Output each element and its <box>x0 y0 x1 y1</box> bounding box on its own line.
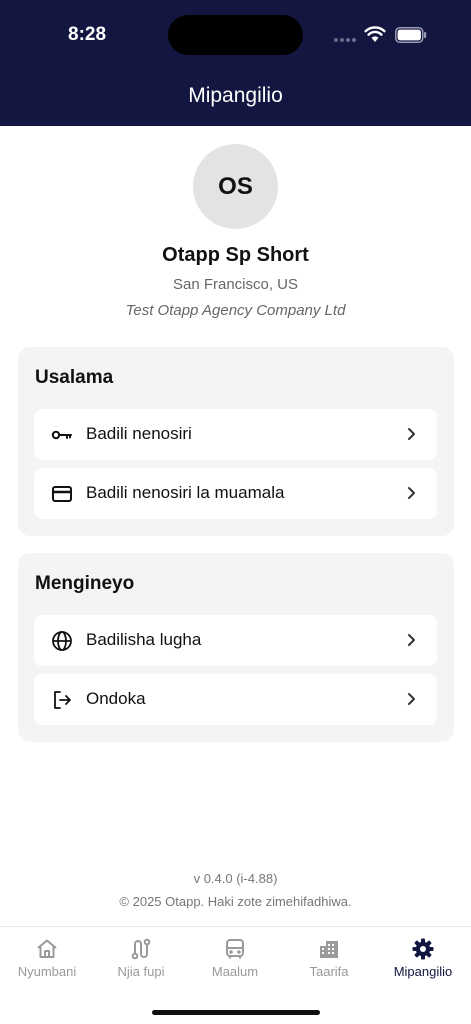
other-section: Mengineyo Badilisha lugha Ondoka <box>18 553 454 742</box>
tab-label: Nyumbani <box>17 964 77 979</box>
cellular-signal-icon <box>334 38 358 42</box>
chevron-right-icon <box>408 428 415 440</box>
avatar: OS <box>193 144 278 229</box>
status-bar: 8:28 <box>0 0 471 70</box>
section-title: Usalama <box>35 367 114 388</box>
chevron-right-icon <box>408 634 415 646</box>
tab-label: Njia fupi <box>117 964 165 979</box>
tab-label: Maalum <box>211 964 259 979</box>
security-section: Usalama Badili nenosiri Badili nenosiri … <box>18 347 454 536</box>
wifi-icon <box>364 26 386 42</box>
credit-card-icon <box>52 486 72 502</box>
change-transaction-pin-item[interactable]: Badili nenosiri la muamala <box>34 468 437 519</box>
home-indicator <box>152 1010 320 1015</box>
gear-icon <box>412 938 434 960</box>
dynamic-island <box>168 15 303 55</box>
logout-icon <box>54 691 71 709</box>
tab-settings[interactable]: Mipangilio <box>376 927 470 987</box>
chevron-right-icon <box>408 693 415 705</box>
page-title: Mipangilio <box>188 84 283 107</box>
bus-icon <box>226 939 244 959</box>
chevron-right-icon <box>408 487 415 499</box>
tab-special[interactable]: Maalum <box>188 927 282 987</box>
tab-label: Taarifa <box>309 964 349 979</box>
app-header: 8:28 Mipangilio <box>0 0 471 126</box>
tab-shortcuts[interactable]: Njia fupi <box>94 927 188 987</box>
profile-location: San Francisco, US <box>172 276 299 293</box>
row-label: Badili nenosiri la muamala <box>86 483 285 502</box>
copyright-text: © 2025 Otapp. Haki zote zimehifadhiwa. <box>119 894 352 909</box>
logout-item[interactable]: Ondoka <box>34 674 437 725</box>
status-time: 8:28 <box>68 24 107 45</box>
home-icon <box>37 939 57 958</box>
key-icon <box>51 430 72 440</box>
tab-label: Mipangilio <box>393 964 453 979</box>
row-label: Badili nenosiri <box>86 424 192 443</box>
profile-company: Test Otapp Agency Company Ltd <box>125 302 346 319</box>
app-version: v 0.4.0 (i-4.88) <box>193 871 278 886</box>
change-language-item[interactable]: Badilisha lugha <box>34 615 437 666</box>
battery-icon <box>395 27 427 43</box>
row-label: Ondoka <box>86 689 146 708</box>
section-title: Mengineyo <box>35 573 135 594</box>
tab-reports[interactable]: Taarifa <box>282 927 376 987</box>
globe-icon <box>52 631 72 651</box>
change-password-item[interactable]: Badili nenosiri <box>34 409 437 460</box>
buildings-icon <box>320 941 338 958</box>
route-icon <box>131 938 151 960</box>
row-label: Badilisha lugha <box>86 630 202 649</box>
tab-home[interactable]: Nyumbani <box>0 927 94 987</box>
profile-name: Otapp Sp Short <box>162 244 309 266</box>
